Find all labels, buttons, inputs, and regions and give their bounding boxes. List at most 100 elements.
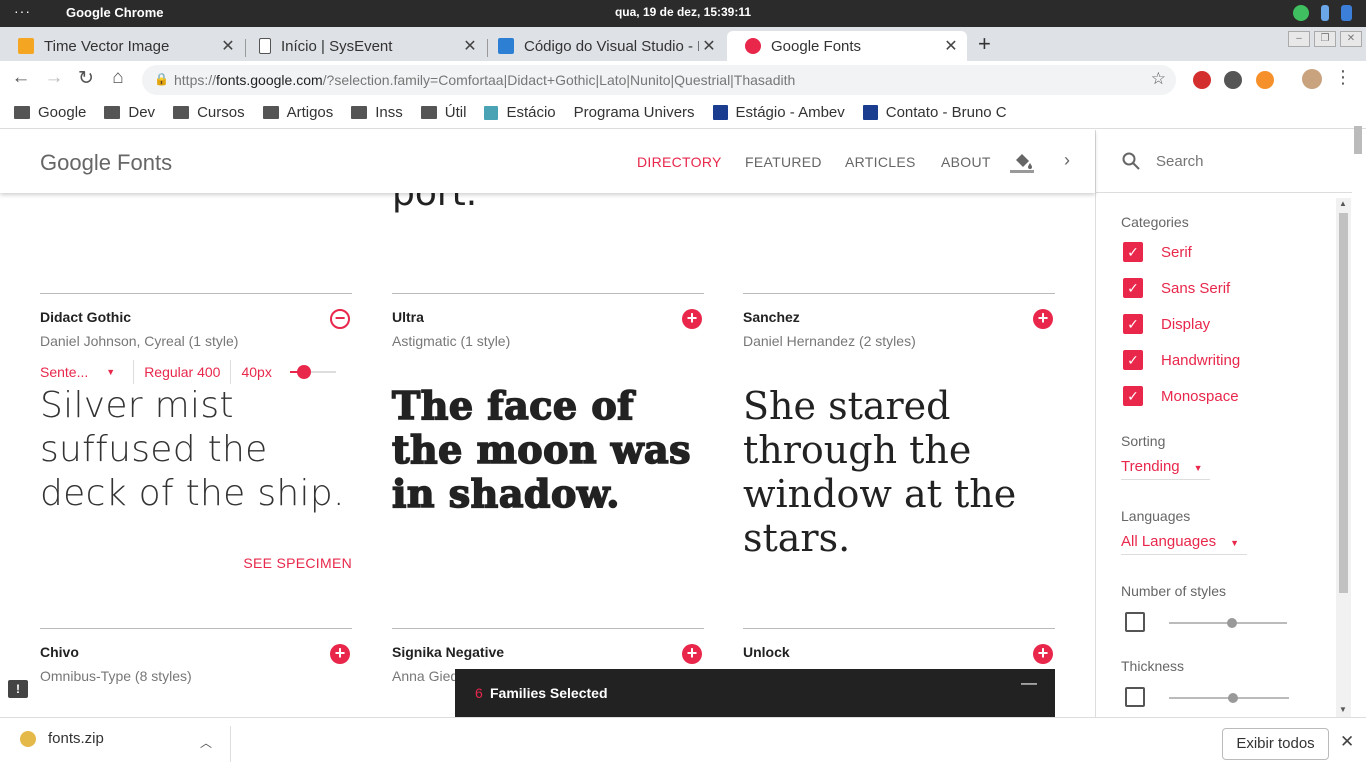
extension-icon[interactable] (1224, 71, 1242, 89)
search-input[interactable] (1156, 153, 1336, 170)
bookmark-estacio[interactable]: Estácio (484, 104, 556, 121)
nav-featured[interactable]: FEATURED (745, 154, 822, 170)
weight-select[interactable]: Regular 400 (144, 364, 220, 380)
tab-close-icon[interactable]: ✕ (941, 36, 961, 56)
number-of-styles-checkbox[interactable] (1125, 612, 1145, 632)
category-serif[interactable]: ✓ Serif (1123, 242, 1192, 262)
font-name[interactable]: Chivo (40, 644, 79, 660)
checkbox-checked-icon[interactable]: ✓ (1123, 314, 1143, 334)
chevron-up-icon[interactable]: ︿ (200, 734, 212, 751)
remove-family-button[interactable]: − (330, 309, 350, 329)
sample-text[interactable]: She stared through the window at the sta… (743, 384, 1063, 560)
tab-close-icon[interactable]: ✕ (218, 36, 238, 56)
checkbox-checked-icon[interactable]: ✓ (1123, 350, 1143, 370)
nav-about[interactable]: ABOUT (941, 154, 991, 170)
size-slider[interactable] (289, 365, 336, 379)
scroll-up-icon[interactable]: ▲ (1339, 199, 1347, 208)
close-downloads-icon[interactable]: ✕ (1340, 732, 1354, 752)
chrome-menu-icon[interactable]: ⋮ (1334, 67, 1352, 88)
vscode-icon (498, 38, 514, 54)
bookmark-util[interactable]: Útil (420, 104, 466, 121)
font-name[interactable]: Sanchez (743, 309, 800, 325)
bookmark-ambev[interactable]: Estágio - Ambev (712, 104, 845, 121)
tab-vscode[interactable]: Código do Visual Studio - E ✕ (480, 31, 725, 61)
add-family-button[interactable]: + (1033, 309, 1053, 329)
size-slider-handle[interactable] (296, 365, 311, 379)
address-bar[interactable]: 🔒 https://fonts.google.com/?selection.fa… (142, 65, 1176, 95)
back-arrow-icon[interactable]: ← (9, 67, 33, 89)
bookmark-inss[interactable]: Inss (351, 104, 403, 121)
category-display[interactable]: ✓ Display (1123, 314, 1210, 334)
add-family-button[interactable]: + (1033, 644, 1053, 664)
search-icon[interactable] (1122, 152, 1140, 170)
lock-icon[interactable]: 🔒 (154, 72, 169, 86)
nav-directory[interactable]: DIRECTORY (637, 154, 722, 170)
system-clock[interactable]: qua, 19 de dez, 15:39:11 (0, 5, 1366, 19)
extension-key-icon[interactable] (1256, 71, 1274, 89)
tab-sysevent[interactable]: Início | SysEvent ✕ (241, 31, 486, 61)
number-of-styles-handle[interactable] (1226, 618, 1237, 628)
add-family-button[interactable]: + (682, 309, 702, 329)
category-handwriting[interactable]: ✓ Handwriting (1123, 350, 1240, 370)
sidebar-scrollbar[interactable]: ▲ ▼ (1336, 198, 1351, 717)
category-sans-serif[interactable]: ✓ Sans Serif (1123, 278, 1230, 298)
new-tab-button[interactable]: + (978, 31, 991, 57)
checkbox-checked-icon[interactable]: ✓ (1123, 242, 1143, 262)
scroll-down-icon[interactable]: ▼ (1339, 705, 1347, 714)
languages-select[interactable]: All Languages ▼ (1121, 533, 1247, 555)
chevron-right-icon[interactable]: › (1064, 150, 1070, 171)
battery-icon[interactable] (1341, 5, 1352, 21)
thickness-handle[interactable] (1227, 693, 1238, 703)
tab-close-icon[interactable]: ✕ (460, 36, 480, 56)
bookmark-contato[interactable]: Contato - Bruno C (862, 104, 1007, 121)
font-name[interactable]: Signika Negative (392, 644, 504, 660)
extension-adblock-icon[interactable] (1193, 71, 1211, 89)
bookmark-dev[interactable]: Dev (104, 104, 155, 121)
category-monospace[interactable]: ✓ Monospace (1123, 386, 1239, 406)
sample-text[interactable]: Silver mist suffused the deck of the shi… (40, 384, 360, 516)
bookmark-programa[interactable]: Programa Univers (574, 104, 695, 121)
font-name[interactable]: Ultra (392, 309, 424, 325)
nav-articles[interactable]: ARTICLES (845, 154, 916, 170)
bookmark-google[interactable]: Google (14, 104, 86, 121)
close-window-button[interactable]: ✕ (1340, 31, 1362, 47)
page-scrollbar-thumb[interactable] (1354, 126, 1362, 154)
font-name[interactable]: Didact Gothic (40, 309, 131, 325)
tab-google-fonts[interactable]: Google Fonts ✕ (727, 31, 967, 61)
minimize-window-button[interactable]: – (1288, 31, 1310, 47)
sorting-select[interactable]: Trending ▼ (1121, 458, 1210, 480)
sample-text[interactable]: The face of the moon was in shadow. (391, 383, 712, 517)
tab-close-icon[interactable]: ✕ (699, 36, 719, 56)
volume-icon[interactable] (1321, 5, 1329, 21)
add-family-button[interactable]: + (682, 644, 702, 664)
chevron-down-icon[interactable]: ▼ (106, 367, 115, 377)
checkbox-checked-icon[interactable]: ✓ (1123, 278, 1143, 298)
bookmark-artigos[interactable]: Artigos (262, 104, 333, 121)
url-text[interactable]: https://fonts.google.com/?selection.fami… (174, 72, 795, 88)
checkbox-checked-icon[interactable]: ✓ (1123, 386, 1143, 406)
bookmark-star-icon[interactable]: ☆ (1151, 69, 1166, 89)
gf-logo[interactable]: Google Fonts (40, 150, 172, 176)
see-specimen-link[interactable]: SEE SPECIMEN (243, 555, 352, 571)
bookmark-cursos[interactable]: Cursos (173, 104, 245, 121)
sample-type-select[interactable]: Sente... (40, 364, 88, 380)
maximize-window-button[interactable]: ❐ (1314, 31, 1336, 47)
download-item[interactable]: fonts.zip (20, 730, 104, 747)
feedback-icon[interactable]: ! (8, 680, 28, 698)
reload-icon[interactable]: ↻ (74, 67, 98, 90)
add-family-button[interactable]: + (330, 644, 350, 664)
forward-arrow-icon[interactable]: → (42, 67, 66, 89)
minimize-drawer-button[interactable]: — (1021, 675, 1037, 693)
families-selected-drawer[interactable]: 6 Families Selected — (455, 669, 1055, 717)
font-name[interactable]: Unlock (743, 644, 790, 660)
thickness-checkbox[interactable] (1125, 687, 1145, 707)
tab-time-vector[interactable]: Time Vector Image ✕ (0, 31, 244, 61)
thickness-slider[interactable] (1169, 693, 1289, 703)
show-all-button[interactable]: Exibir todos (1222, 728, 1329, 760)
network-icon[interactable] (1293, 5, 1309, 21)
profile-avatar[interactable] (1302, 69, 1322, 89)
number-of-styles-slider[interactable] (1169, 618, 1287, 628)
sidebar-scrollbar-thumb[interactable] (1339, 213, 1348, 593)
home-icon[interactable]: ⌂ (106, 67, 130, 89)
paint-bucket-icon[interactable] (1012, 150, 1034, 172)
